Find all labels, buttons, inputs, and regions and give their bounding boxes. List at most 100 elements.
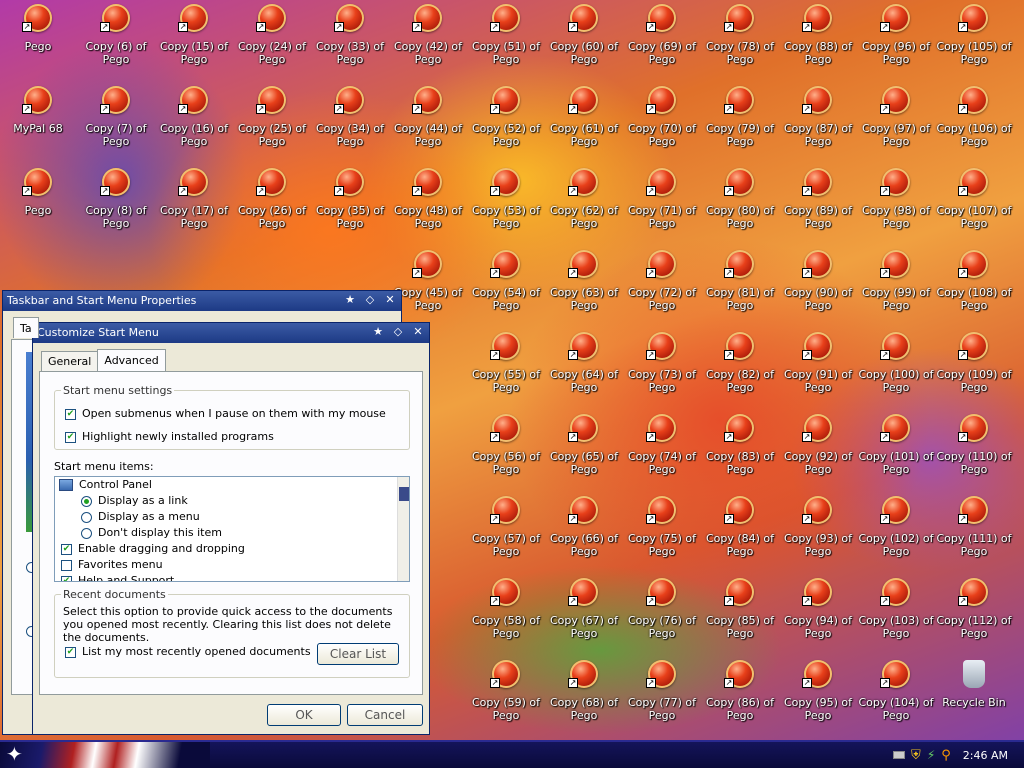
desktop-shortcut[interactable]: ↗ Copy (108) of Pego	[936, 246, 1012, 320]
desktop-shortcut[interactable]: ↗ Copy (75) of Pego	[624, 492, 700, 566]
desktop-shortcut[interactable]: ↗ Copy (53) of Pego	[468, 164, 544, 238]
desktop-shortcut[interactable]: ↗ Copy (58) of Pego	[468, 574, 544, 648]
list-item[interactable]: ✔ Help and Support	[61, 574, 174, 581]
desktop-shortcut[interactable]: ↗ Copy (44) of Pego	[390, 82, 466, 156]
scroll-thumb[interactable]	[399, 487, 409, 501]
desktop-shortcut[interactable]: ↗ Copy (25) of Pego	[234, 82, 310, 156]
desktop-shortcut[interactable]: ↗ Copy (59) of Pego	[468, 656, 544, 730]
desktop-shortcut[interactable]: ↗ Copy (35) of Pego	[312, 164, 388, 238]
list-scrollbar[interactable]	[397, 477, 409, 581]
desktop-shortcut[interactable]: ↗ Copy (51) of Pego	[468, 0, 544, 74]
option-open-submenus[interactable]: ✔ Open submenus when I pause on them with…	[65, 407, 386, 420]
desktop-shortcut[interactable]: ↗ Copy (61) of Pego	[546, 82, 622, 156]
desktop-shortcut[interactable]: ↗ Copy (60) of Pego	[546, 0, 622, 74]
desktop-shortcut[interactable]: ↗ Copy (85) of Pego	[702, 574, 778, 648]
list-item[interactable]: Don't display this item	[81, 526, 222, 539]
keyboard-icon[interactable]	[893, 751, 906, 759]
title-bar[interactable]: Taskbar and Start Menu Properties ★ ◇ ✕	[3, 291, 401, 311]
radio-unselected[interactable]	[81, 527, 92, 539]
desktop-shortcut[interactable]: ↗ Copy (48) of Pego	[390, 164, 466, 238]
desktop-shortcut[interactable]: ↗ Copy (100) of Pego	[858, 328, 934, 402]
desktop-shortcut[interactable]: ↗ Copy (91) of Pego	[780, 328, 856, 402]
desktop-shortcut[interactable]: ↗ Copy (52) of Pego	[468, 82, 544, 156]
desktop-shortcut[interactable]: ↗ Copy (89) of Pego	[780, 164, 856, 238]
start-button[interactable]: ✦	[0, 742, 210, 768]
desktop-shortcut[interactable]: ↗ Copy (97) of Pego	[858, 82, 934, 156]
desktop-shortcut[interactable]: ↗ Copy (94) of Pego	[780, 574, 856, 648]
desktop-shortcut[interactable]: ↗ Copy (81) of Pego	[702, 246, 778, 320]
desktop-shortcut[interactable]: ↗ Copy (82) of Pego	[702, 328, 778, 402]
desktop-shortcut[interactable]: ↗ Copy (105) of Pego	[936, 0, 1012, 74]
desktop-shortcut[interactable]: ↗ Copy (72) of Pego	[624, 246, 700, 320]
list-item[interactable]: Control Panel	[59, 478, 152, 491]
desktop-shortcut[interactable]: ↗ MyPal 68	[0, 82, 76, 156]
desktop-shortcut[interactable]: ↗ Copy (102) of Pego	[858, 492, 934, 566]
desktop-shortcut[interactable]: ↗ Copy (77) of Pego	[624, 656, 700, 730]
desktop-shortcut[interactable]: ↗ Copy (90) of Pego	[780, 246, 856, 320]
desktop-shortcut[interactable]: ↗ Copy (54) of Pego	[468, 246, 544, 320]
desktop-shortcut[interactable]: ↗ Copy (63) of Pego	[546, 246, 622, 320]
checkbox-checked[interactable]: ✔	[61, 543, 72, 555]
network-icon[interactable]: ⚡	[927, 748, 935, 762]
desktop-shortcut[interactable]: ↗ Copy (67) of Pego	[546, 574, 622, 648]
desktop-shortcut[interactable]: ↗ Copy (68) of Pego	[546, 656, 622, 730]
desktop-shortcut[interactable]: ↗ Copy (80) of Pego	[702, 164, 778, 238]
desktop-shortcut[interactable]: ↗ Copy (15) of Pego	[156, 0, 232, 74]
desktop-shortcut[interactable]: ↗ Copy (79) of Pego	[702, 82, 778, 156]
checkbox-checked[interactable]: ✔	[65, 646, 76, 658]
desktop-shortcut[interactable]: ↗ Copy (96) of Pego	[858, 0, 934, 74]
desktop-shortcut[interactable]: ↗ Copy (33) of Pego	[312, 0, 388, 74]
close-icon[interactable]: ✕	[411, 325, 425, 339]
desktop-shortcut[interactable]: ↗ Pego	[0, 0, 76, 74]
desktop-shortcut[interactable]: ↗ Copy (87) of Pego	[780, 82, 856, 156]
desktop-shortcut[interactable]: ↗ Copy (88) of Pego	[780, 0, 856, 74]
desktop-shortcut[interactable]: ↗ Copy (76) of Pego	[624, 574, 700, 648]
desktop-shortcut[interactable]: ↗ Copy (106) of Pego	[936, 82, 1012, 156]
desktop-shortcut[interactable]: ↗ Copy (34) of Pego	[312, 82, 388, 156]
pin-icon[interactable]: ◇	[363, 293, 377, 307]
option-highlight-programs[interactable]: ✔ Highlight newly installed programs	[65, 430, 274, 443]
desktop-shortcut[interactable]: ↗ Copy (73) of Pego	[624, 328, 700, 402]
tab-advanced[interactable]: Advanced	[97, 349, 166, 371]
desktop-shortcut[interactable]: ↗ Copy (112) of Pego	[936, 574, 1012, 648]
checkbox-unchecked[interactable]	[61, 559, 72, 571]
desktop-shortcut[interactable]: ↗ Copy (95) of Pego	[780, 656, 856, 730]
desktop-shortcut[interactable]: ↗ Copy (86) of Pego	[702, 656, 778, 730]
checkbox-checked[interactable]: ✔	[65, 431, 76, 443]
desktop-shortcut[interactable]: ↗ Copy (74) of Pego	[624, 410, 700, 484]
ok-button[interactable]: OK	[267, 704, 341, 726]
desktop-shortcut[interactable]: ↗ Copy (55) of Pego	[468, 328, 544, 402]
desktop-shortcut[interactable]: ↗ Copy (16) of Pego	[156, 82, 232, 156]
desktop-shortcut[interactable]: ↗ Copy (17) of Pego	[156, 164, 232, 238]
desktop-shortcut[interactable]: ↗ Copy (104) of Pego	[858, 656, 934, 730]
tab-general[interactable]: General	[41, 351, 99, 371]
desktop-shortcut[interactable]: ↗ Copy (99) of Pego	[858, 246, 934, 320]
desktop-shortcut[interactable]: ↗ Copy (84) of Pego	[702, 492, 778, 566]
desktop-shortcut[interactable]: ↗ Copy (70) of Pego	[624, 82, 700, 156]
close-icon[interactable]: ✕	[383, 293, 397, 307]
radio-unselected[interactable]	[81, 511, 92, 523]
star-icon[interactable]: ★	[343, 293, 357, 307]
desktop-shortcut[interactable]: ↗ Copy (83) of Pego	[702, 410, 778, 484]
desktop-shortcut[interactable]: ↗ Copy (69) of Pego	[624, 0, 700, 74]
desktop-shortcut[interactable]: ↗ Copy (103) of Pego	[858, 574, 934, 648]
desktop-shortcut[interactable]: ↗ Copy (24) of Pego	[234, 0, 310, 74]
title-bar[interactable]: Customize Start Menu ★ ◇ ✕	[33, 323, 429, 343]
desktop-shortcut[interactable]: ↗ Copy (66) of Pego	[546, 492, 622, 566]
desktop-shortcut[interactable]: ↗ Copy (64) of Pego	[546, 328, 622, 402]
radio-selected[interactable]	[81, 495, 92, 507]
search-icon[interactable]: ⚲	[941, 748, 951, 763]
list-item[interactable]: Display as a menu	[81, 510, 200, 523]
desktop-shortcut[interactable]: ↗ Copy (42) of Pego	[390, 0, 466, 74]
desktop-shortcut[interactable]: ↗ Copy (101) of Pego	[858, 410, 934, 484]
desktop-shortcut[interactable]: ↗ Copy (92) of Pego	[780, 410, 856, 484]
checkbox-checked[interactable]: ✔	[65, 408, 76, 420]
desktop-shortcut[interactable]: ↗ Copy (107) of Pego	[936, 164, 1012, 238]
desktop-shortcut[interactable]: ↗ Copy (62) of Pego	[546, 164, 622, 238]
desktop-shortcut[interactable]: ↗ Pego	[0, 164, 76, 238]
desktop-shortcut[interactable]: ↗ Copy (57) of Pego	[468, 492, 544, 566]
clock[interactable]: 2:46 AM	[963, 749, 1008, 762]
desktop-shortcut[interactable]: ↗ Copy (109) of Pego	[936, 328, 1012, 402]
desktop-shortcut[interactable]: ↗ Copy (7) of Pego	[78, 82, 154, 156]
shield-icon[interactable]: ⛨	[911, 748, 921, 763]
